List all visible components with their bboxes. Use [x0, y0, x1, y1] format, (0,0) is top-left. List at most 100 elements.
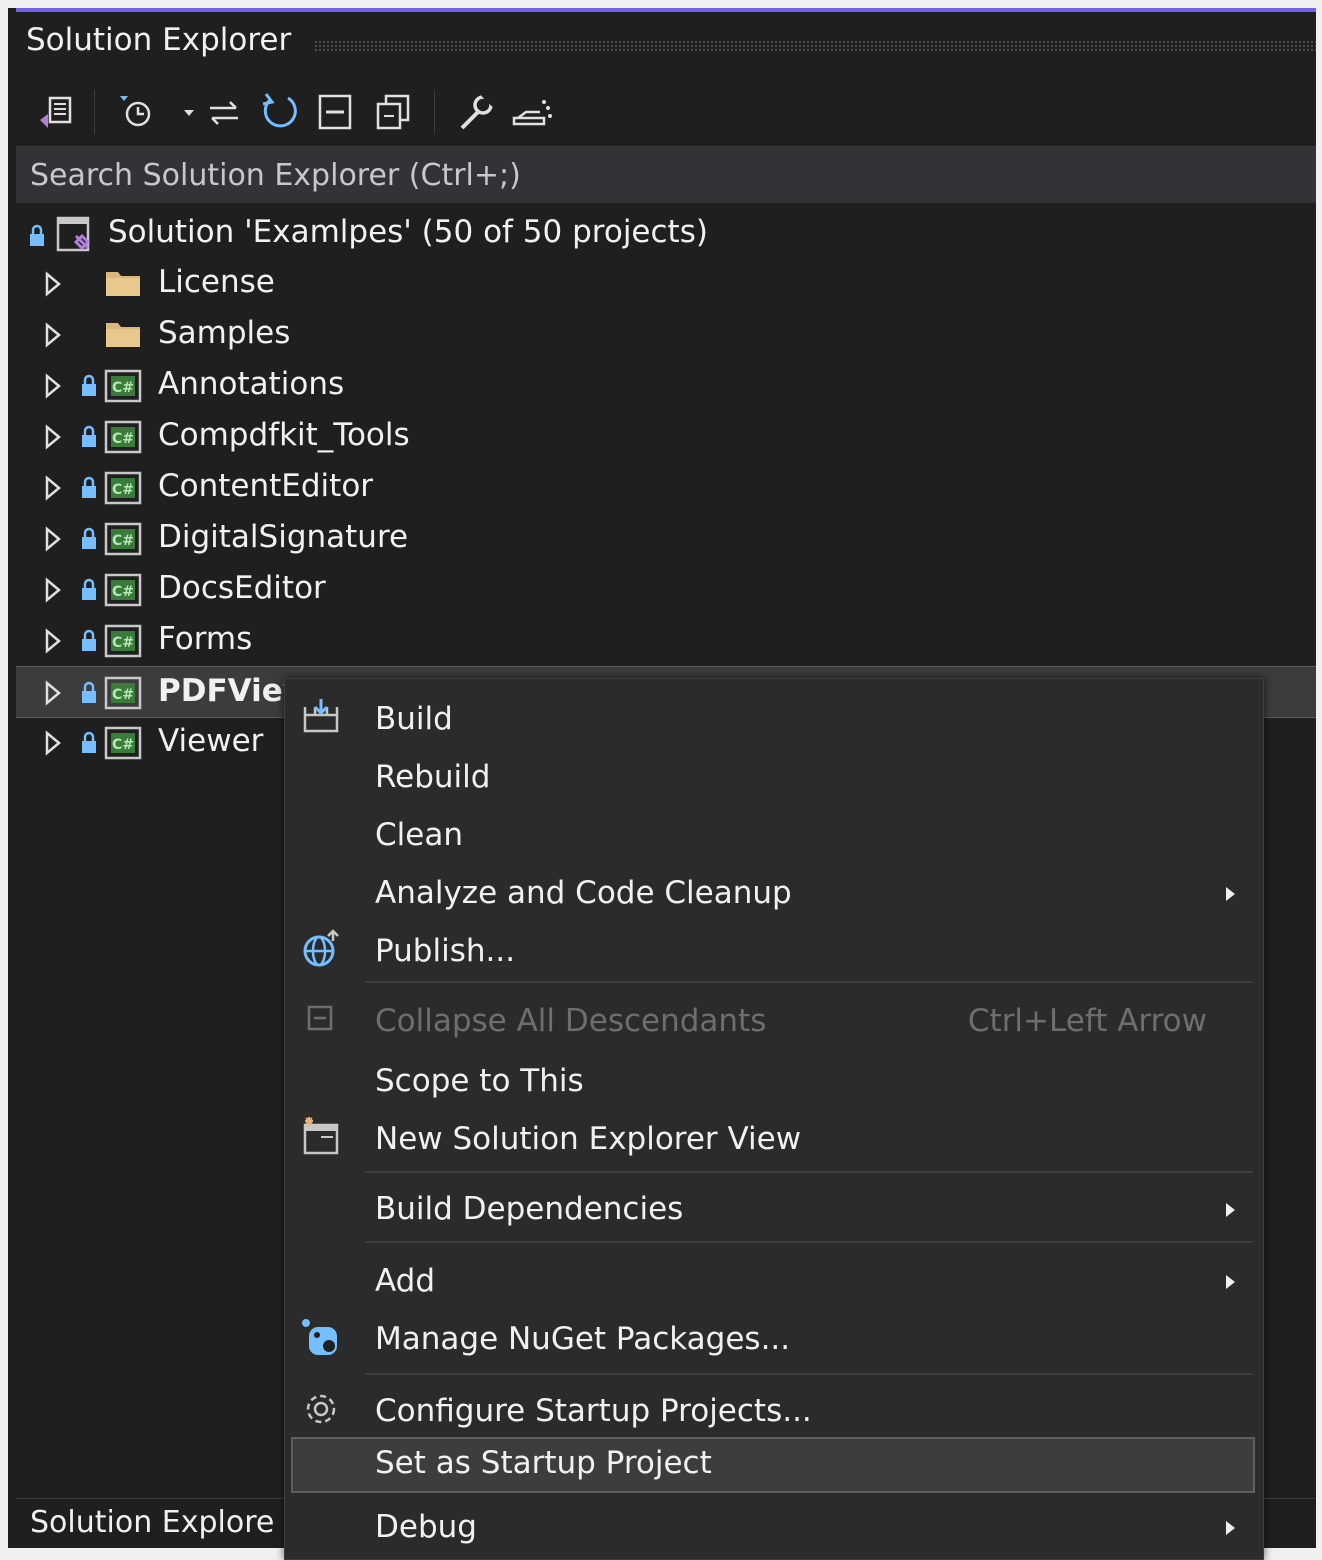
expand-arrow-icon[interactable] [44, 577, 62, 603]
csharp-project-icon: C# [104, 420, 142, 454]
tree-item[interactable]: Samples [16, 309, 1316, 359]
menu-item-label: Build [375, 701, 453, 737]
lock-icon [82, 629, 96, 651]
menu-item-label: Add [375, 1263, 436, 1299]
menu-item[interactable]: Add [285, 1253, 1263, 1305]
menu-item: Collapse All Descendants Ctrl+Left Arrow [285, 993, 1263, 1045]
dropdown-arrow-icon[interactable] [168, 90, 194, 134]
lock-icon [30, 224, 44, 246]
menu-item[interactable]: Debug [285, 1499, 1263, 1551]
menu-item[interactable]: Analyze and Code Cleanup [285, 865, 1263, 917]
expand-arrow-icon[interactable] [44, 526, 62, 552]
menu-item-label: Scope to This [375, 1063, 584, 1099]
menu-item-label: Configure Startup Projects... [375, 1393, 812, 1429]
refresh-icon[interactable] [258, 90, 302, 134]
tree-item[interactable]: C# DigitalSignature [16, 513, 1316, 563]
pending-changes-filter-icon[interactable] [116, 90, 160, 134]
menu-item[interactable]: Scope to This [285, 1053, 1263, 1105]
menu-item-label: Debug [375, 1509, 477, 1545]
svg-text:C#: C# [112, 431, 134, 447]
svg-text:C#: C# [112, 687, 134, 703]
expand-arrow-icon[interactable] [44, 322, 62, 348]
tree-item-label: Compdfkit_Tools [158, 417, 410, 453]
expand-arrow-icon[interactable] [44, 475, 62, 501]
expand-arrow-icon[interactable] [44, 424, 62, 450]
menu-item-label: Clean [375, 817, 463, 853]
gear-icon [299, 1387, 343, 1431]
new-view-icon [299, 1115, 343, 1159]
submenu-arrow-icon [1226, 1203, 1235, 1217]
menu-item[interactable]: Manage NuGet Packages... [285, 1311, 1263, 1363]
menu-item[interactable]: Build Dependencies [285, 1181, 1263, 1233]
menu-item[interactable]: Set as Startup Project [291, 1437, 1255, 1493]
expand-arrow-icon[interactable] [44, 730, 62, 756]
csharp-project-icon: C# [104, 676, 142, 710]
preview-selected-items-icon[interactable] [510, 90, 554, 134]
csharp-project-icon: C# [104, 624, 142, 658]
csharp-project-icon: C# [104, 471, 142, 505]
svg-text:C#: C# [112, 635, 134, 651]
tree-item-label: DocsEditor [158, 570, 326, 606]
expand-arrow-icon[interactable] [44, 680, 62, 706]
menu-item[interactable]: Publish... [285, 923, 1263, 975]
folder-icon [106, 272, 140, 296]
publish-globe-icon [299, 927, 343, 971]
tree-item-label: ContentEditor [158, 468, 374, 504]
expand-arrow-icon[interactable] [44, 271, 62, 297]
show-all-files-icon[interactable] [372, 90, 416, 134]
menu-item-shortcut: Ctrl+Left Arrow [967, 1003, 1207, 1039]
tree-item[interactable]: License [16, 258, 1316, 308]
menu-item[interactable]: New Solution Explorer View [285, 1111, 1263, 1163]
tree-item-label: Forms [158, 621, 253, 657]
menu-separator [365, 1373, 1253, 1375]
build-icon [299, 695, 343, 739]
menu-item[interactable]: Clean [285, 807, 1263, 859]
drag-grip[interactable] [314, 40, 1316, 52]
properties-wrench-icon[interactable] [454, 90, 498, 134]
toolbar-separator [94, 90, 95, 134]
menu-item-label: Manage NuGet Packages... [375, 1321, 791, 1357]
context-menu: Build Rebuild Clean Analyze and Code Cleanu… [284, 678, 1264, 1560]
menu-item-label: New Solution Explorer View [375, 1121, 802, 1157]
menu-item[interactable]: Build [285, 691, 1263, 743]
collapse-all-icon[interactable] [314, 90, 358, 134]
tree-item[interactable]: C# Annotations [16, 360, 1316, 410]
menu-item-label: Collapse All Descendants [375, 1003, 767, 1039]
expand-arrow-icon[interactable] [44, 628, 62, 654]
menu-item[interactable]: Rebuild [285, 749, 1263, 801]
tree-item-label: Viewer [158, 723, 264, 759]
submenu-arrow-icon [1226, 1275, 1235, 1289]
svg-text:C#: C# [112, 584, 134, 600]
expand-arrow-icon[interactable] [44, 373, 62, 399]
vs-switch-views-icon[interactable] [34, 90, 78, 134]
menu-item[interactable]: Configure Startup Projects... [285, 1383, 1263, 1435]
tree-item[interactable]: C# DocsEditor [16, 564, 1316, 614]
sync-with-active-document-icon[interactable] [202, 90, 246, 134]
tree-solution-node[interactable]: Solution 'Examlpes' (50 of 50 projects) [16, 208, 1316, 258]
bottom-tab-label: Solution Explore [30, 1505, 275, 1540]
csharp-project-icon: C# [104, 726, 142, 760]
submenu-arrow-icon [1226, 1521, 1235, 1535]
tree-item-label: PDFViev [158, 673, 303, 709]
nuget-icon [299, 1315, 343, 1359]
tree-item-label: License [158, 264, 275, 300]
lock-icon [82, 681, 96, 703]
tree-item-label: Samples [158, 315, 291, 351]
tree-item[interactable]: C# Compdfkit_Tools [16, 411, 1316, 461]
csharp-project-icon: C# [104, 522, 142, 556]
lock-icon [82, 425, 96, 447]
search-input[interactable] [16, 147, 1316, 203]
lock-icon [82, 731, 96, 753]
menu-item-label: Set as Startup Project [375, 1445, 712, 1481]
lock-icon [82, 527, 96, 549]
search-box[interactable] [16, 146, 1316, 203]
lock-icon [82, 374, 96, 396]
tree-item[interactable]: C# ContentEditor [16, 462, 1316, 512]
collapse-icon [299, 997, 343, 1041]
lock-icon [82, 476, 96, 498]
title-bar[interactable]: Solution Explorer [16, 12, 1316, 78]
tree-item[interactable]: C# Forms [16, 615, 1316, 665]
csharp-project-icon: C# [104, 573, 142, 607]
toolbar-separator [434, 90, 435, 134]
solution-label: Solution 'Examlpes' (50 of 50 projects) [108, 214, 708, 250]
